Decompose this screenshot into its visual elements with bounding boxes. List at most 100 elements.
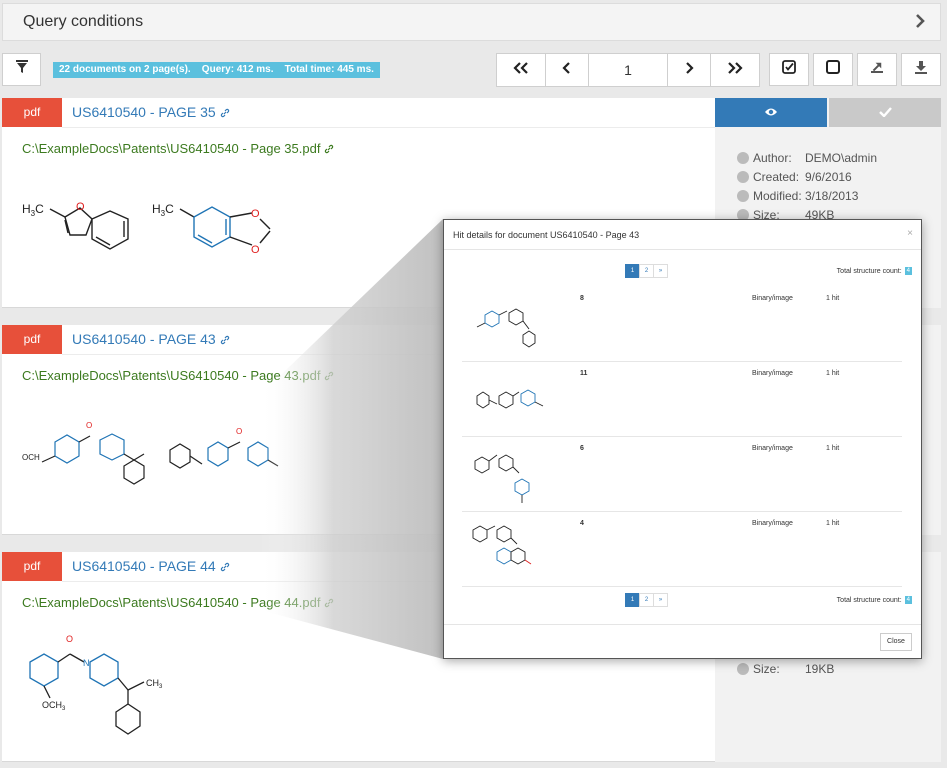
modal-footer: Close [444,624,921,659]
clock-icon [737,189,749,202]
prev-page-button[interactable] [545,53,589,87]
checkbox-checked-icon [782,60,796,79]
view-button[interactable] [715,98,827,127]
chemical-structure-image: O N CH3 OCH3 [29,634,163,735]
link-icon [324,142,334,157]
size-label: Size: [753,661,780,676]
structure-thumbnail [472,525,532,565]
total-structure-count: Total structure count: 4 [837,596,912,604]
file-path: C:\ExampleDocs\Patents\US6410540 - Page … [22,141,321,156]
user-icon [737,151,749,164]
file-path-link[interactable]: C:\ExampleDocs\Patents\US6410540 - Page … [22,368,334,384]
structure-number: 4 [580,520,584,527]
next-page-button[interactable]: » [653,593,668,607]
modal-pagination-top: 1 2 » [625,264,668,278]
chevron-right-icon [684,61,694,79]
hit-details-modal: Hit details for document US6410540 - Pag… [443,219,922,659]
page-2-button[interactable]: 2 [639,264,654,278]
structure-thumbnail [476,389,544,409]
svg-text:O: O [251,208,260,220]
created-label: Created: [753,169,800,184]
document-title: US6410540 - PAGE 43 [72,331,216,347]
svg-text:OCH: OCH [22,453,40,462]
modified-label: Modified: [753,188,802,203]
page-1-button[interactable]: 1 [625,264,640,278]
check-icon [878,104,892,122]
filter-icon [15,60,28,79]
document-meta: Size: 19KB [737,659,834,678]
total-structure-label: Total structure count: [836,267,902,275]
deselect-all-button[interactable] [813,53,853,86]
hit-count: 1 hit [826,520,840,527]
page-2-button[interactable]: 2 [639,593,654,607]
select-document-button[interactable] [829,98,941,127]
size-value: 19KB [805,661,835,676]
close-icon[interactable]: × [907,228,913,239]
hit-row[interactable]: 4 Binary/image 1 hit [462,512,902,587]
structure-number: 6 [580,445,584,452]
download-icon [914,60,928,79]
svg-text:OCH3: OCH3 [42,700,66,712]
file-path-link[interactable]: C:\ExampleDocs\Patents\US6410540 - Page … [22,595,334,611]
disk-icon [737,662,749,675]
first-page-button[interactable] [496,53,546,87]
eye-icon [764,104,778,122]
document-title-link[interactable]: US6410540 - PAGE 43 [72,331,230,348]
filter-button[interactable] [2,53,41,86]
hit-row[interactable]: 6 Binary/image 1 hit [462,437,902,512]
chemical-structure-image: H3C O H3C O O [22,201,271,256]
link-icon [220,332,230,348]
download-button[interactable] [901,53,941,86]
modal-title: Hit details for document US6410540 - Pag… [453,230,640,240]
link-icon [324,596,334,611]
structure-type: Binary/image [752,295,793,302]
document-title-link[interactable]: US6410540 - PAGE 44 [72,558,230,575]
next-page-button[interactable] [667,53,711,87]
total-structure-count: Total structure count: 4 [837,267,912,275]
close-button[interactable]: Close [880,633,912,651]
double-chevron-right-icon [727,61,743,79]
structure-number: 8 [580,295,584,302]
chevron-right-icon[interactable] [914,13,926,34]
double-chevron-left-icon [513,61,529,79]
svg-text:O: O [76,201,85,213]
svg-text:O: O [236,427,242,436]
export-icon [870,60,884,79]
document-title-link[interactable]: US6410540 - PAGE 35 [72,104,230,121]
total-structure-badge: 4 [904,596,912,604]
structure-type: Binary/image [752,370,793,377]
chevron-left-icon [562,61,572,79]
svg-text:O: O [86,421,92,430]
hit-count: 1 hit [826,295,840,302]
document-meta: Author: DEMO\admin Created: 9/6/2016 Modif… [737,148,877,224]
result-status: 22 documents on 2 page(s). Query: 412 ms… [53,62,380,78]
svg-text:H3C: H3C [22,202,44,218]
last-page-button[interactable] [710,53,760,87]
pagination: 1 [496,53,760,87]
modal-header: Hit details for document US6410540 - Pag… [444,220,921,250]
chemical-structure-image: OCH O O [22,421,279,485]
structure-number: 11 [580,370,588,377]
export-button[interactable] [857,53,897,86]
next-page-button[interactable]: » [653,264,668,278]
total-structure-label: Total structure count: [836,596,902,604]
select-all-button[interactable] [769,53,809,86]
page-number-input[interactable]: 1 [588,53,668,87]
modal-pagination-bottom: 1 2 » [625,593,668,607]
file-path: C:\ExampleDocs\Patents\US6410540 - Page … [22,368,321,383]
hit-row[interactable]: 11 Binary/image 1 hit [462,362,902,437]
structure-thumbnail [474,454,530,503]
pdf-badge: pdf [2,552,62,581]
page-1-button[interactable]: 1 [625,593,640,607]
hit-count: 1 hit [826,370,840,377]
svg-text:N: N [83,658,90,668]
total-structure-badge: 4 [904,267,912,275]
author-label: Author: [753,150,792,165]
divider [62,127,715,128]
link-icon [220,559,230,575]
link-icon [324,369,334,384]
hit-row[interactable]: 8 Binary/image 1 hit [462,287,902,362]
query-conditions-bar[interactable]: Query conditions [2,3,941,41]
file-path-link[interactable]: C:\ExampleDocs\Patents\US6410540 - Page … [22,141,334,157]
svg-text:CH3: CH3 [146,678,163,690]
